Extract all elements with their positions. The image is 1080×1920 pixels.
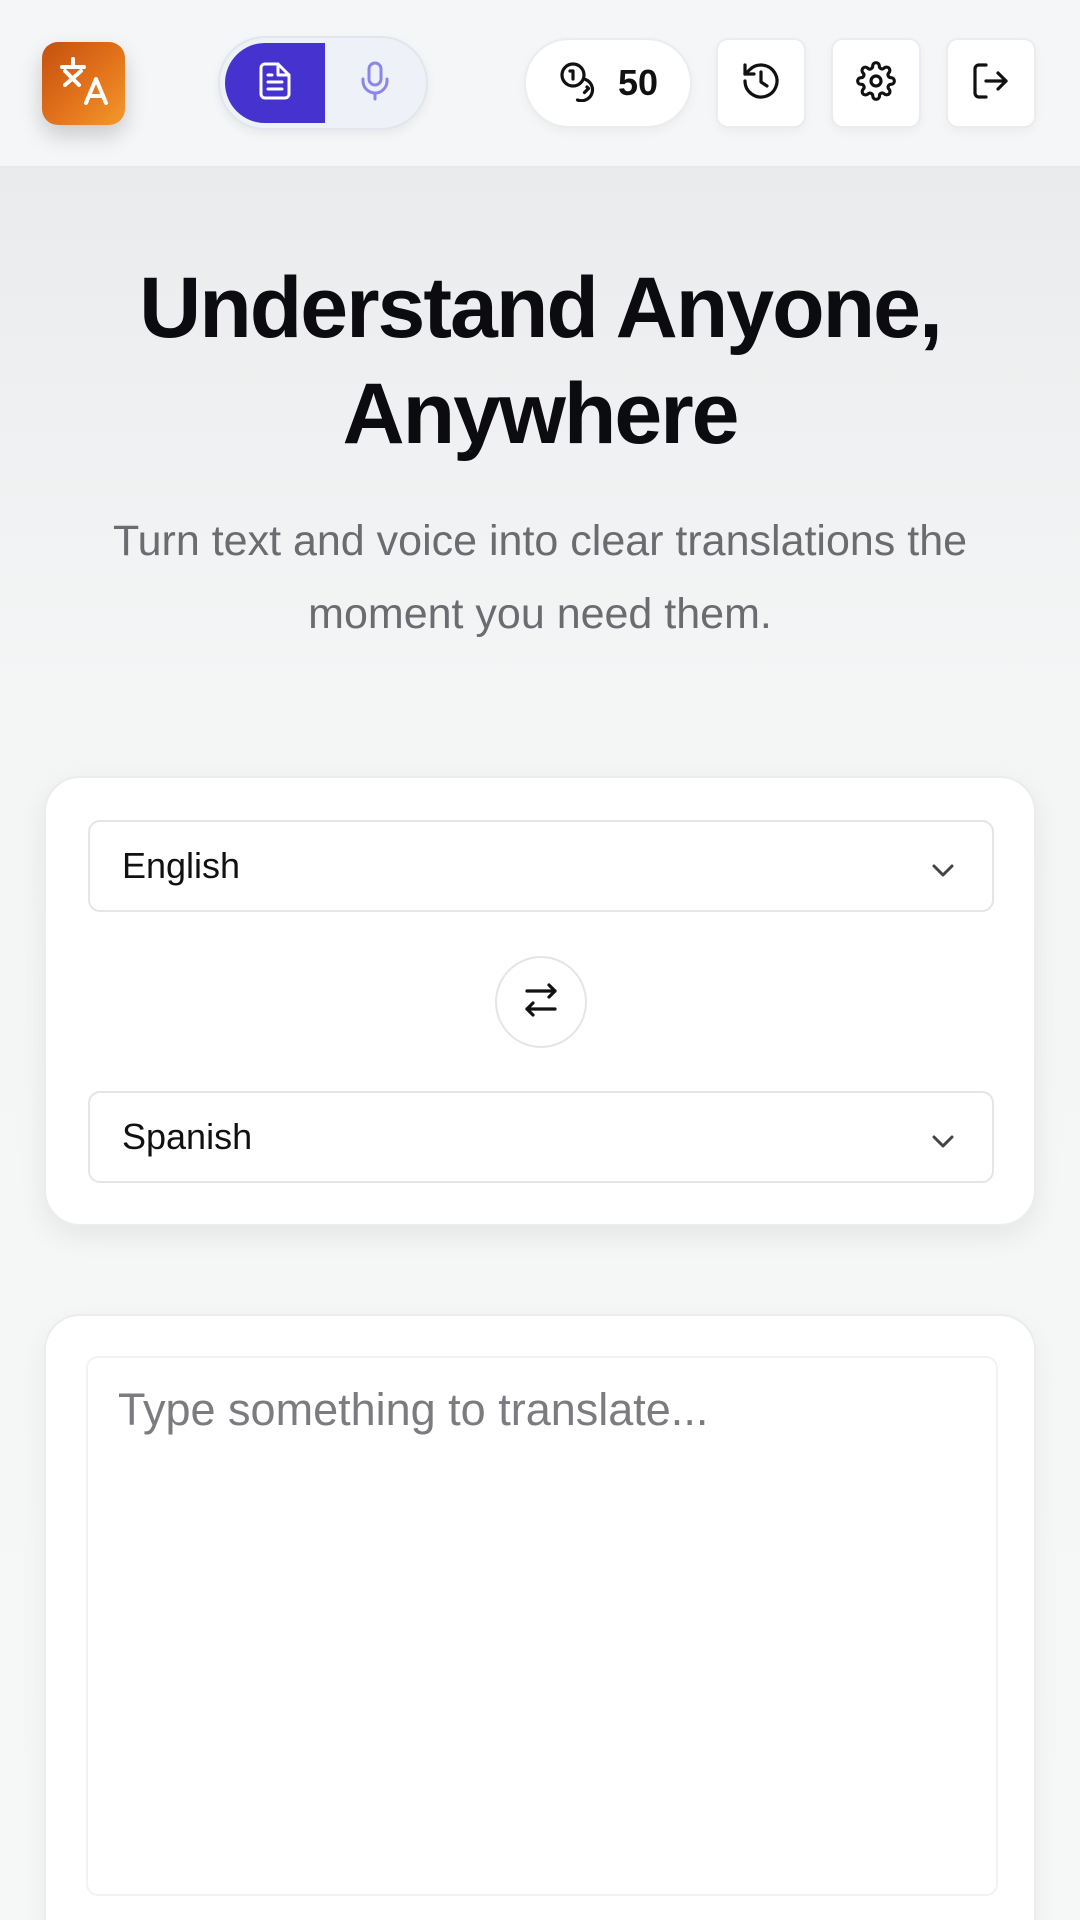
target-language-value: Spanish (122, 1116, 253, 1157)
microphone-icon (359, 61, 391, 106)
logout-icon (971, 61, 1011, 106)
coins-icon (558, 60, 600, 107)
chevron-down-icon (928, 1123, 958, 1165)
source-language-value: English (122, 845, 241, 886)
page: 50 Understand Anyone, Anywhere Turn text… (0, 0, 1080, 1920)
source-language-select[interactable]: English (88, 820, 994, 912)
language-card: English Spanish (44, 776, 1036, 1226)
top-bar: 50 (0, 0, 1080, 168)
swap-languages-button[interactable] (495, 956, 587, 1048)
input-card (44, 1314, 1036, 1920)
text-mode-button[interactable] (225, 43, 325, 123)
history-button[interactable] (716, 38, 806, 128)
logout-button[interactable] (946, 38, 1036, 128)
document-icon (258, 62, 292, 105)
voice-mode-button[interactable] (325, 43, 425, 123)
page-title: Understand Anyone, Anywhere (139, 260, 943, 462)
credits-count: 50 (617, 62, 659, 103)
swap-arrows-icon (522, 981, 560, 1024)
credits-badge[interactable]: 50 (524, 38, 692, 128)
translate-icon (56, 53, 112, 114)
settings-button[interactable] (831, 38, 921, 128)
page-subtitle: Turn text and voice into clear translati… (112, 517, 968, 638)
app-logo[interactable] (42, 42, 125, 125)
history-icon (741, 61, 781, 106)
gear-icon (856, 60, 896, 106)
target-language-select[interactable]: Spanish (88, 1091, 994, 1183)
translation-input[interactable] (86, 1356, 998, 1896)
chevron-down-icon (928, 852, 958, 894)
mode-toggle (218, 36, 428, 130)
